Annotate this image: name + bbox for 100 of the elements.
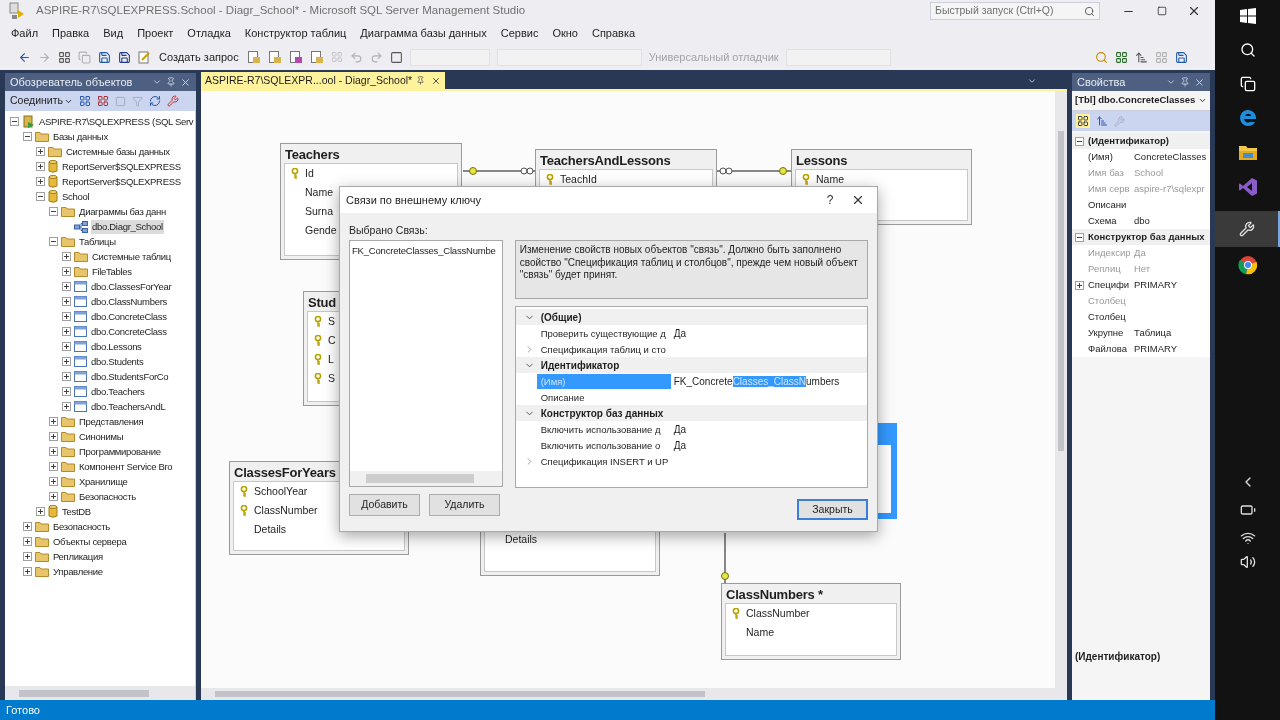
expand-icon[interactable] <box>1075 280 1084 290</box>
new-query-button[interactable]: Создать запрос <box>158 48 240 66</box>
collapse-icon[interactable] <box>49 237 58 246</box>
query-file-icon[interactable] <box>288 50 303 64</box>
dropdown-icon[interactable] <box>1166 77 1176 87</box>
tree-item[interactable]: Представления <box>78 414 145 429</box>
search-icon[interactable] <box>1239 42 1256 58</box>
tree-item[interactable]: Хранилище <box>78 474 129 489</box>
menu-item[interactable]: Конструктор таблиц <box>237 24 354 42</box>
property-name[interactable]: (Имя) <box>1088 149 1130 165</box>
collapse-icon[interactable] <box>1075 136 1084 146</box>
menu-item[interactable]: Окно <box>545 24 585 42</box>
tree-item[interactable]: Системные таблиц <box>91 249 172 264</box>
property-name[interactable]: Описание <box>536 389 671 405</box>
save-icon[interactable] <box>1175 50 1188 64</box>
expand-icon[interactable] <box>62 267 71 276</box>
tree-item[interactable]: dbo.Teachers <box>90 384 146 399</box>
diagram-table[interactable]: ClassNumbers * ClassNumber Name <box>721 583 901 660</box>
property-name[interactable]: Специфи <box>1088 277 1130 293</box>
sort-icon[interactable] <box>1135 50 1148 64</box>
menu-item[interactable]: Справка <box>584 24 643 42</box>
close-icon[interactable] <box>431 75 442 86</box>
property-name[interactable]: Спецификация таблиц и сто <box>536 341 671 357</box>
tree-item[interactable]: ReportServer$SQLEXPRESS <box>61 159 182 174</box>
expand-icon[interactable] <box>62 252 71 261</box>
collapse-icon[interactable] <box>10 117 19 126</box>
caret-icon[interactable] <box>1198 96 1207 105</box>
windows-icon[interactable] <box>1239 8 1256 24</box>
expand-icon[interactable] <box>49 447 58 456</box>
expand-icon[interactable] <box>23 552 32 561</box>
tree-item[interactable]: ASPIRE-R7\SQLEXPRESS (SQL Serv <box>38 114 195 129</box>
expand-icon[interactable] <box>62 342 71 351</box>
pin-icon[interactable] <box>1180 77 1190 87</box>
expand-icon[interactable] <box>62 327 71 336</box>
tree-item[interactable]: FileTables <box>91 264 133 279</box>
tree-item[interactable]: ReportServer$SQLEXPRESS <box>61 174 182 189</box>
tree-item[interactable]: Объекты сервера <box>52 534 128 549</box>
pin-icon[interactable] <box>416 76 426 85</box>
refresh-icon[interactable] <box>148 95 161 107</box>
menu-item[interactable]: Проект <box>130 24 181 42</box>
menu-item[interactable]: Правка <box>45 24 97 42</box>
tree-item[interactable]: TestDB <box>61 504 92 519</box>
folder-icon[interactable] <box>1237 144 1258 161</box>
expand-icon[interactable] <box>49 462 58 471</box>
expand-icon[interactable] <box>36 147 45 156</box>
dialog-button[interactable]: Удалить <box>429 494 500 516</box>
expand-icon[interactable] <box>36 177 45 186</box>
expand-icon[interactable] <box>62 387 71 396</box>
tree-item[interactable]: Программирование <box>78 444 162 459</box>
expand-icon[interactable] <box>62 282 71 291</box>
tree-item[interactable]: dbo.StudentsForCo <box>90 369 170 384</box>
tree-item[interactable]: dbo.Diagr_School <box>91 219 164 234</box>
tools-icon[interactable] <box>1238 221 1255 237</box>
taskbar-app[interactable] <box>1215 211 1280 247</box>
tree-item[interactable]: dbo.ConcreteClass <box>90 309 168 324</box>
new-query-icon[interactable] <box>138 50 151 64</box>
save-icon[interactable] <box>98 50 111 64</box>
tree-item[interactable]: Синонимы <box>78 429 125 444</box>
expand-icon[interactable] <box>62 357 71 366</box>
expand-icon[interactable] <box>49 432 58 441</box>
tree-item[interactable]: Безопасность <box>52 519 111 534</box>
close-icon[interactable] <box>1187 4 1201 18</box>
wifi-icon[interactable] <box>1239 530 1256 546</box>
property-name[interactable]: Файлова <box>1088 341 1130 357</box>
scrollbar[interactable] <box>201 688 1067 700</box>
pin-icon[interactable] <box>166 77 176 87</box>
close-button[interactable]: Закрыть <box>797 499 868 520</box>
document-tab[interactable]: ASPIRE-R7\SQLEXPR...ool - Diagr_School* <box>201 72 417 89</box>
menu-item[interactable]: Сервис <box>493 24 546 42</box>
property-name[interactable]: Проверить существующие д <box>536 325 671 341</box>
chrome-icon[interactable] <box>1237 255 1258 275</box>
query-file-icon[interactable] <box>246 50 261 64</box>
property-name[interactable]: Укрупне <box>1088 325 1130 341</box>
tree-item[interactable]: Управление <box>52 564 104 579</box>
menu-item[interactable]: Файл <box>4 24 46 42</box>
expand-icon[interactable] <box>49 477 58 486</box>
visual-studio-icon[interactable] <box>1237 177 1258 197</box>
tree-item[interactable]: Репликация <box>52 549 104 564</box>
tree-item[interactable]: Таблицы <box>78 234 117 249</box>
maximize-icon[interactable] <box>1157 6 1167 16</box>
property-name[interactable]: Спецификация INSERT и UP <box>536 453 671 469</box>
tree-item[interactable]: Компонент Service Bro <box>78 459 174 474</box>
tree-item[interactable]: dbo.ConcreteClass <box>90 324 168 339</box>
browser-icon[interactable] <box>1237 108 1258 128</box>
help-button[interactable]: ? <box>815 191 845 209</box>
expand-icon[interactable] <box>23 567 32 576</box>
expand-icon[interactable] <box>62 312 71 321</box>
property-name[interactable]: Схема <box>1088 213 1130 229</box>
tree-item[interactable]: dbo.ClassesForYear <box>90 279 173 294</box>
tree-item[interactable]: dbo.Students <box>90 354 145 369</box>
task-view-icon[interactable] <box>1239 76 1256 92</box>
volume-icon[interactable] <box>1239 554 1256 570</box>
scrollbar[interactable] <box>5 686 195 700</box>
expand-icon[interactable] <box>23 537 32 546</box>
menu-item[interactable]: Отладка <box>180 24 238 42</box>
expand-icon[interactable] <box>36 162 45 171</box>
tree-item[interactable]: Диаграммы баз данн <box>78 204 167 219</box>
category-name[interactable]: (Общие) <box>536 309 582 325</box>
dropdown-icon[interactable] <box>1027 76 1037 86</box>
dropdown-icon[interactable] <box>152 77 162 87</box>
